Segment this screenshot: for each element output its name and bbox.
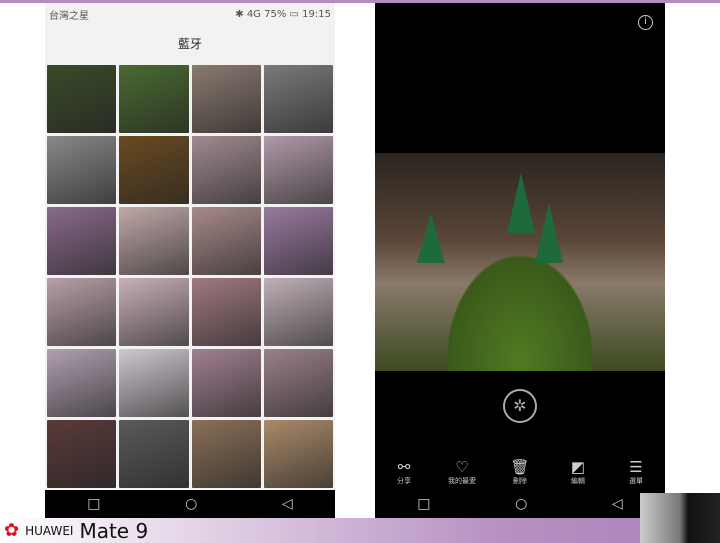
info-icon[interactable]: i [638, 15, 653, 30]
photo-thumbnail[interactable] [191, 207, 261, 275]
recents-button[interactable]: □ [417, 496, 430, 512]
photo-thumbnail[interactable] [47, 207, 117, 275]
footer-banner: ✿ HUAWEI Mate 9 [0, 518, 720, 543]
heart-icon: ♡ [455, 458, 469, 476]
right-phone-screen: i ✲ ⚯ 分享 ♡ 我的最愛 🗑︎ 刪除 ◩ 編輯 ☰ 選單 □ ○ ◁ [375, 3, 665, 518]
left-phone-screen: 台灣之星 ✱ 4G 75% ▭ 19:15 藍牙 □ ○ ◁ [45, 3, 335, 518]
photo-thumbnail[interactable] [47, 420, 117, 488]
time-label: 19:15 [302, 8, 331, 20]
photo-thumbnail[interactable] [47, 65, 117, 133]
nav-bar: □ ○ ◁ [45, 490, 335, 518]
menu-button[interactable]: ☰ 選單 [611, 458, 661, 486]
photo-thumbnail[interactable] [47, 278, 117, 346]
carrier-label: 台灣之星 [49, 10, 89, 22]
menu-icon: ☰ [629, 458, 643, 476]
aperture-icon[interactable]: ✲ [503, 389, 537, 423]
photo-tree [535, 203, 563, 263]
back-button[interactable]: ◁ [612, 496, 623, 512]
huawei-logo-icon: ✿ [4, 520, 20, 541]
status-right: ✱ 4G 75% ▭ 19:15 [235, 8, 331, 20]
photo-thumbnail[interactable] [119, 420, 189, 488]
action-bar: ⚯ 分享 ♡ 我的最愛 🗑︎ 刪除 ◩ 編輯 ☰ 選單 [375, 458, 665, 486]
photo-thumbnail[interactable] [191, 136, 261, 204]
photo-thumbnail[interactable] [191, 65, 261, 133]
photo-thumbnail[interactable] [119, 65, 189, 133]
share-label: 分享 [397, 477, 411, 485]
photo-grid [47, 65, 333, 490]
photo-thumbnail[interactable] [119, 278, 189, 346]
share-button[interactable]: ⚯ 分享 [379, 458, 429, 486]
favorite-label: 我的最愛 [448, 477, 476, 485]
trash-icon: 🗑︎ [510, 458, 530, 476]
battery-label: 75% [264, 8, 287, 20]
delete-label: 刪除 [513, 477, 527, 485]
photo-thumbnail[interactable] [47, 349, 117, 417]
photo-thumbnail[interactable] [191, 349, 261, 417]
photo-thumbnail[interactable] [263, 136, 333, 204]
photo-tree [417, 213, 445, 263]
photo-thumbnail[interactable] [263, 420, 333, 488]
home-button[interactable]: ○ [185, 496, 197, 512]
model-label: Mate 9 [79, 518, 149, 543]
photo-tree [507, 173, 535, 233]
home-button[interactable]: ○ [515, 496, 527, 512]
photo-thumbnail[interactable] [119, 207, 189, 275]
photo-thumbnail[interactable] [263, 207, 333, 275]
edit-label: 編輯 [571, 477, 585, 485]
photo-view[interactable] [375, 153, 665, 371]
edit-icon: ◩ [570, 458, 586, 476]
album-title: 藍牙 [177, 36, 202, 51]
share-icon: ⚯ [397, 458, 411, 476]
photo-thumbnail[interactable] [47, 136, 117, 204]
status-bar: 台灣之星 ✱ 4G 75% ▭ 19:15 [45, 3, 335, 25]
favorite-button[interactable]: ♡ 我的最愛 [437, 458, 487, 486]
back-button[interactable]: ◁ [282, 496, 293, 512]
photo-thumbnail[interactable] [191, 278, 261, 346]
brand-label: HUAWEI [25, 523, 74, 538]
photo-thumbnail[interactable] [119, 349, 189, 417]
product-image [640, 493, 720, 543]
nav-bar: □ ○ ◁ [375, 490, 665, 518]
delete-button[interactable]: 🗑︎ 刪除 [495, 458, 545, 486]
network-label: 4G [246, 8, 261, 20]
photo-thumbnail[interactable] [263, 349, 333, 417]
menu-label: 選單 [629, 477, 643, 485]
photo-thumbnail[interactable] [191, 420, 261, 488]
photo-thumbnail[interactable] [263, 65, 333, 133]
edit-button[interactable]: ◩ 編輯 [553, 458, 603, 486]
photo-thumbnail[interactable] [263, 278, 333, 346]
recents-button[interactable]: □ [87, 496, 100, 512]
photo-thumbnail[interactable] [119, 136, 189, 204]
